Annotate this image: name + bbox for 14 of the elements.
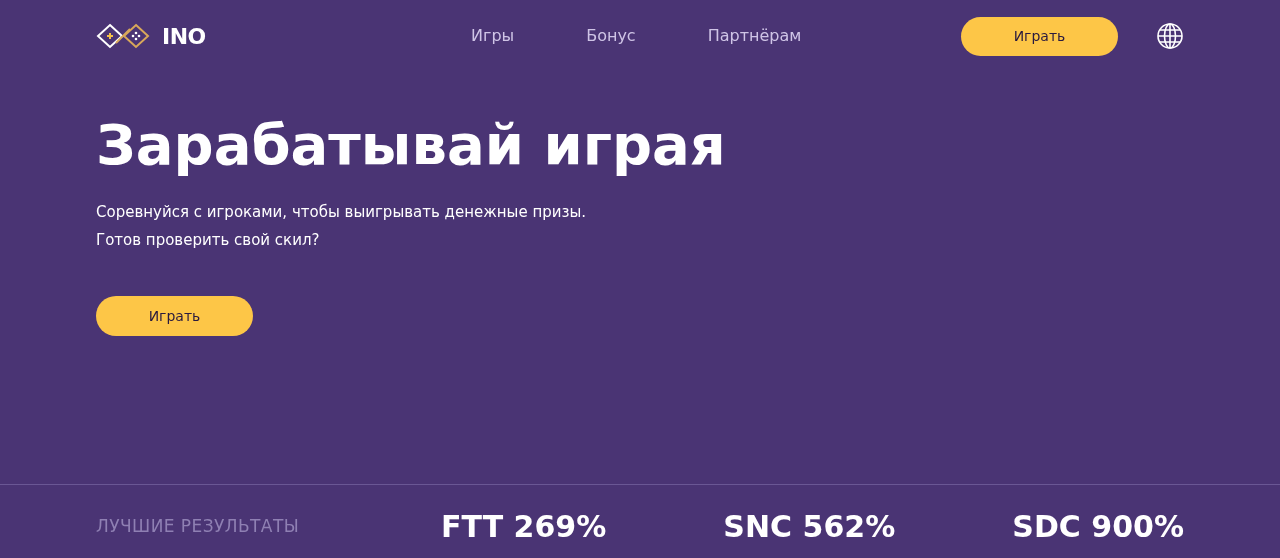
hero-text: Готов проверить свой скил? <box>96 230 321 251</box>
result-value: SNC 562% <box>723 508 896 546</box>
play-button[interactable]: Играть <box>96 296 253 336</box>
hero-text: Соревнуйся с игроками, чтобы выигрывать денежные призы. <box>96 202 588 223</box>
nav-link[interactable]: Игры <box>471 24 515 48</box>
results-label: ЛУЧШИЕ РЕЗУЛЬТАТЫ <box>96 514 301 538</box>
result-value: SDC 900% <box>1012 508 1184 546</box>
logo-text: INO <box>162 22 206 51</box>
result-value: FTT 269% <box>441 508 607 546</box>
nav-link[interactable]: Бонус <box>586 24 636 48</box>
hero-title: Зарабатывай играя <box>96 111 727 179</box>
play-button[interactable]: Играть <box>961 16 1118 56</box>
globe-icon[interactable] <box>1156 22 1184 50</box>
nav-link[interactable]: Партнёрам <box>707 24 802 48</box>
